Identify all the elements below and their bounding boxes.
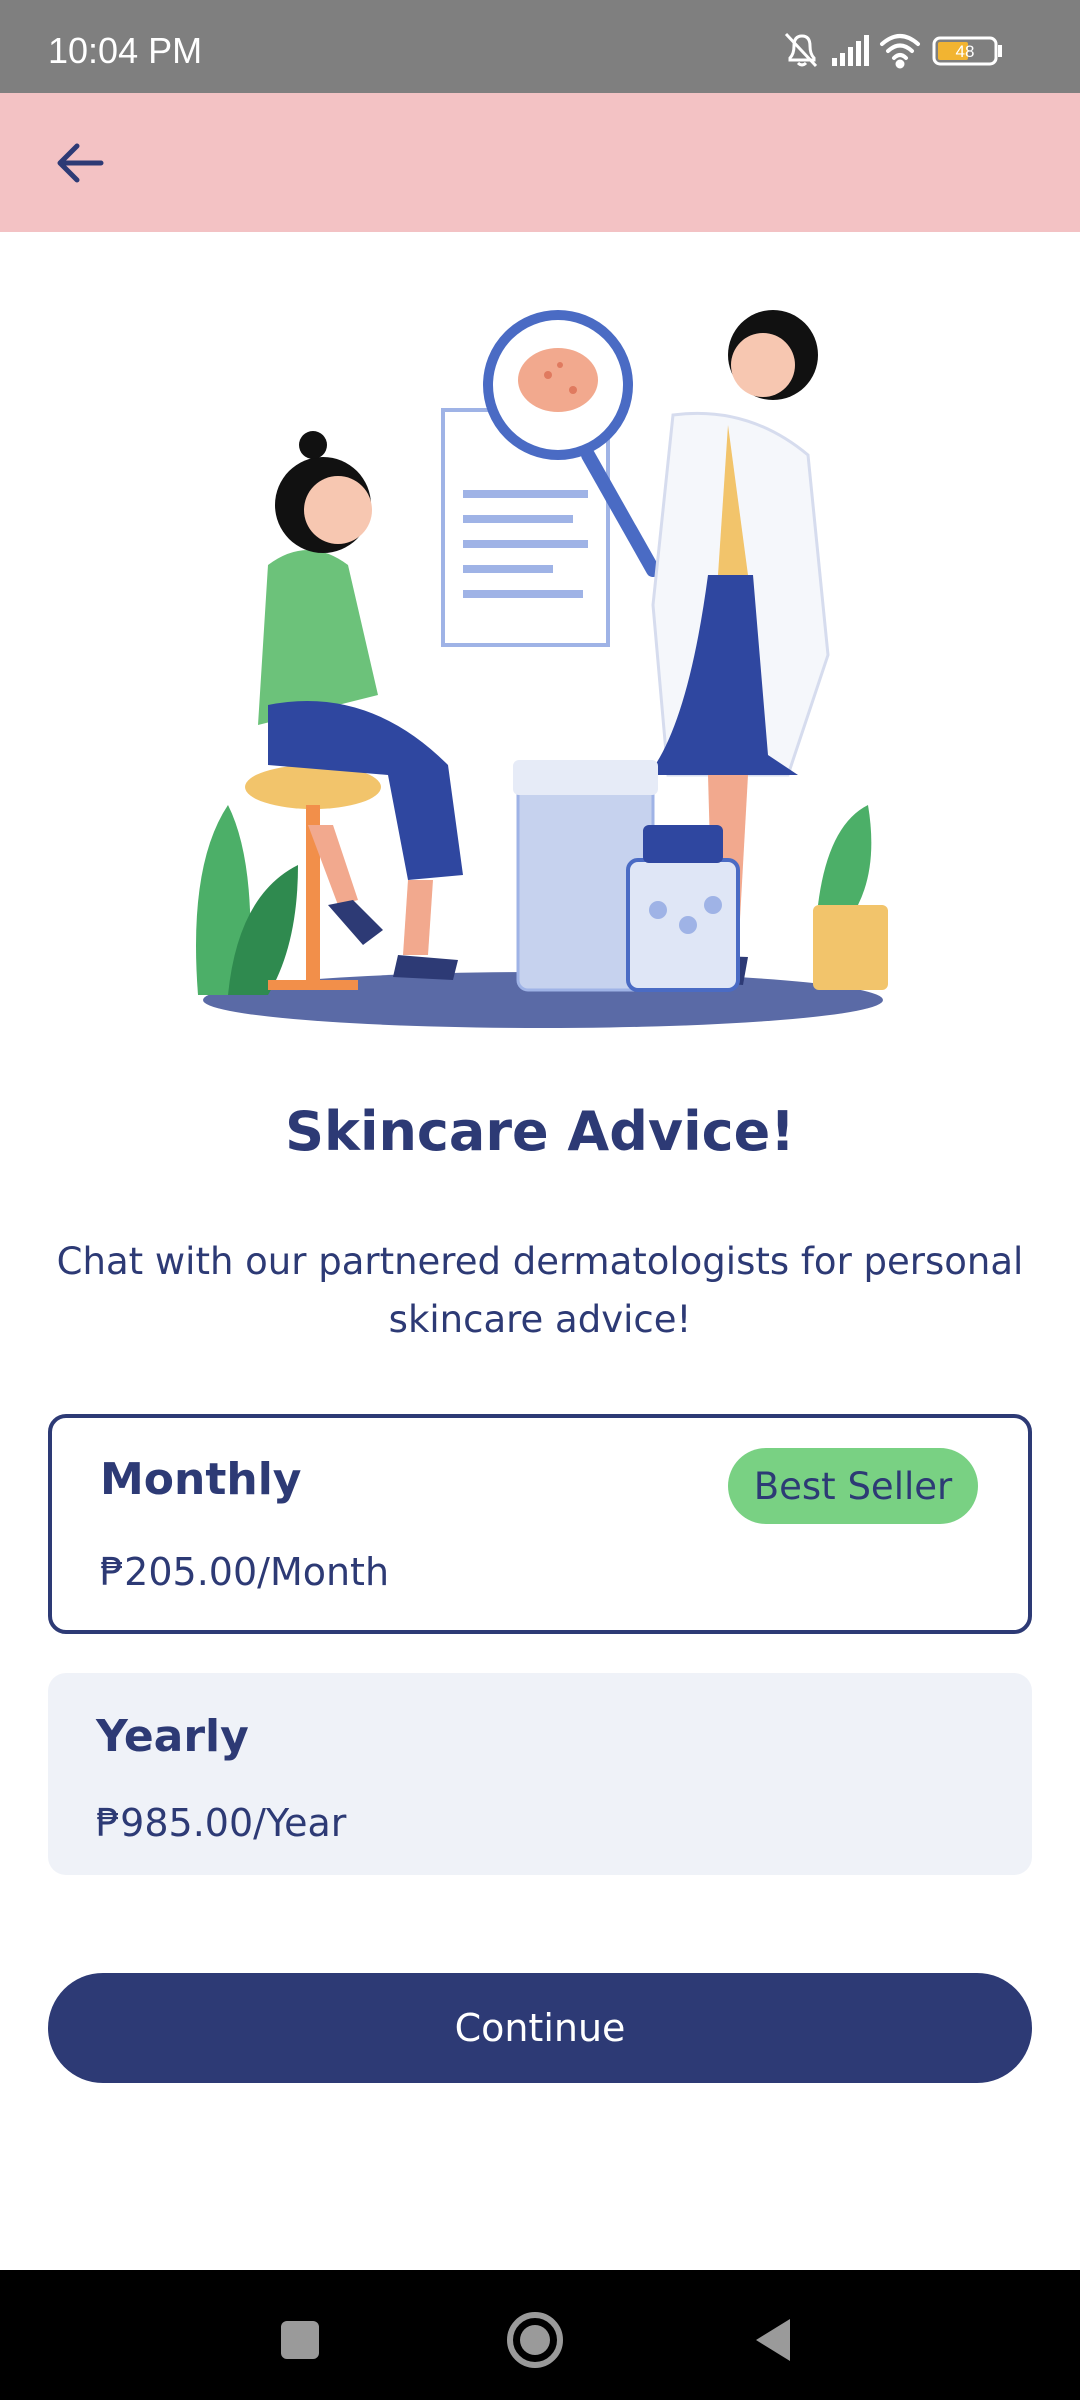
arrow-left-icon	[57, 143, 104, 183]
plan-name: Monthly	[100, 1454, 302, 1505]
continue-button[interactable]: Continue	[48, 1973, 1032, 2083]
back-button[interactable]	[40, 123, 120, 203]
signal-icon	[832, 35, 869, 66]
home-icon[interactable]	[500, 2305, 570, 2375]
plan-price: ₱985.00/Year	[96, 1801, 347, 1845]
app-header	[0, 93, 1080, 232]
plan-option-monthly[interactable]: Monthly Best Seller ₱205.00/Month	[48, 1414, 1032, 1634]
best-seller-badge: Best Seller	[728, 1448, 978, 1524]
plan-option-yearly[interactable]: Yearly ₱985.00/Year	[48, 1673, 1032, 1875]
system-nav-bar	[0, 2270, 1080, 2400]
status-bar: 10:04 PM 48	[0, 0, 1080, 93]
plan-name: Yearly	[96, 1711, 249, 1762]
dermatologist-illustration	[196, 310, 888, 1028]
subtitle-line-2: skincare advice!	[388, 1298, 692, 1341]
status-time: 10:04 PM	[48, 30, 203, 71]
back-icon[interactable]	[740, 2305, 810, 2375]
recents-icon[interactable]	[265, 2305, 335, 2375]
subtitle-line-1: Chat with our partnered dermatologists f…	[56, 1240, 1024, 1283]
plan-price: ₱205.00/Month	[100, 1550, 390, 1594]
battery-level: 48	[956, 42, 975, 61]
bell-off-icon	[784, 32, 818, 68]
page-title: Skincare Advice!	[285, 1100, 795, 1163]
status-icons: 48	[784, 32, 1002, 69]
page-subtitle: Chat with our partnered dermatologists f…	[50, 1233, 1030, 1349]
wifi-icon	[880, 34, 920, 69]
battery-icon: 48	[932, 36, 1002, 66]
